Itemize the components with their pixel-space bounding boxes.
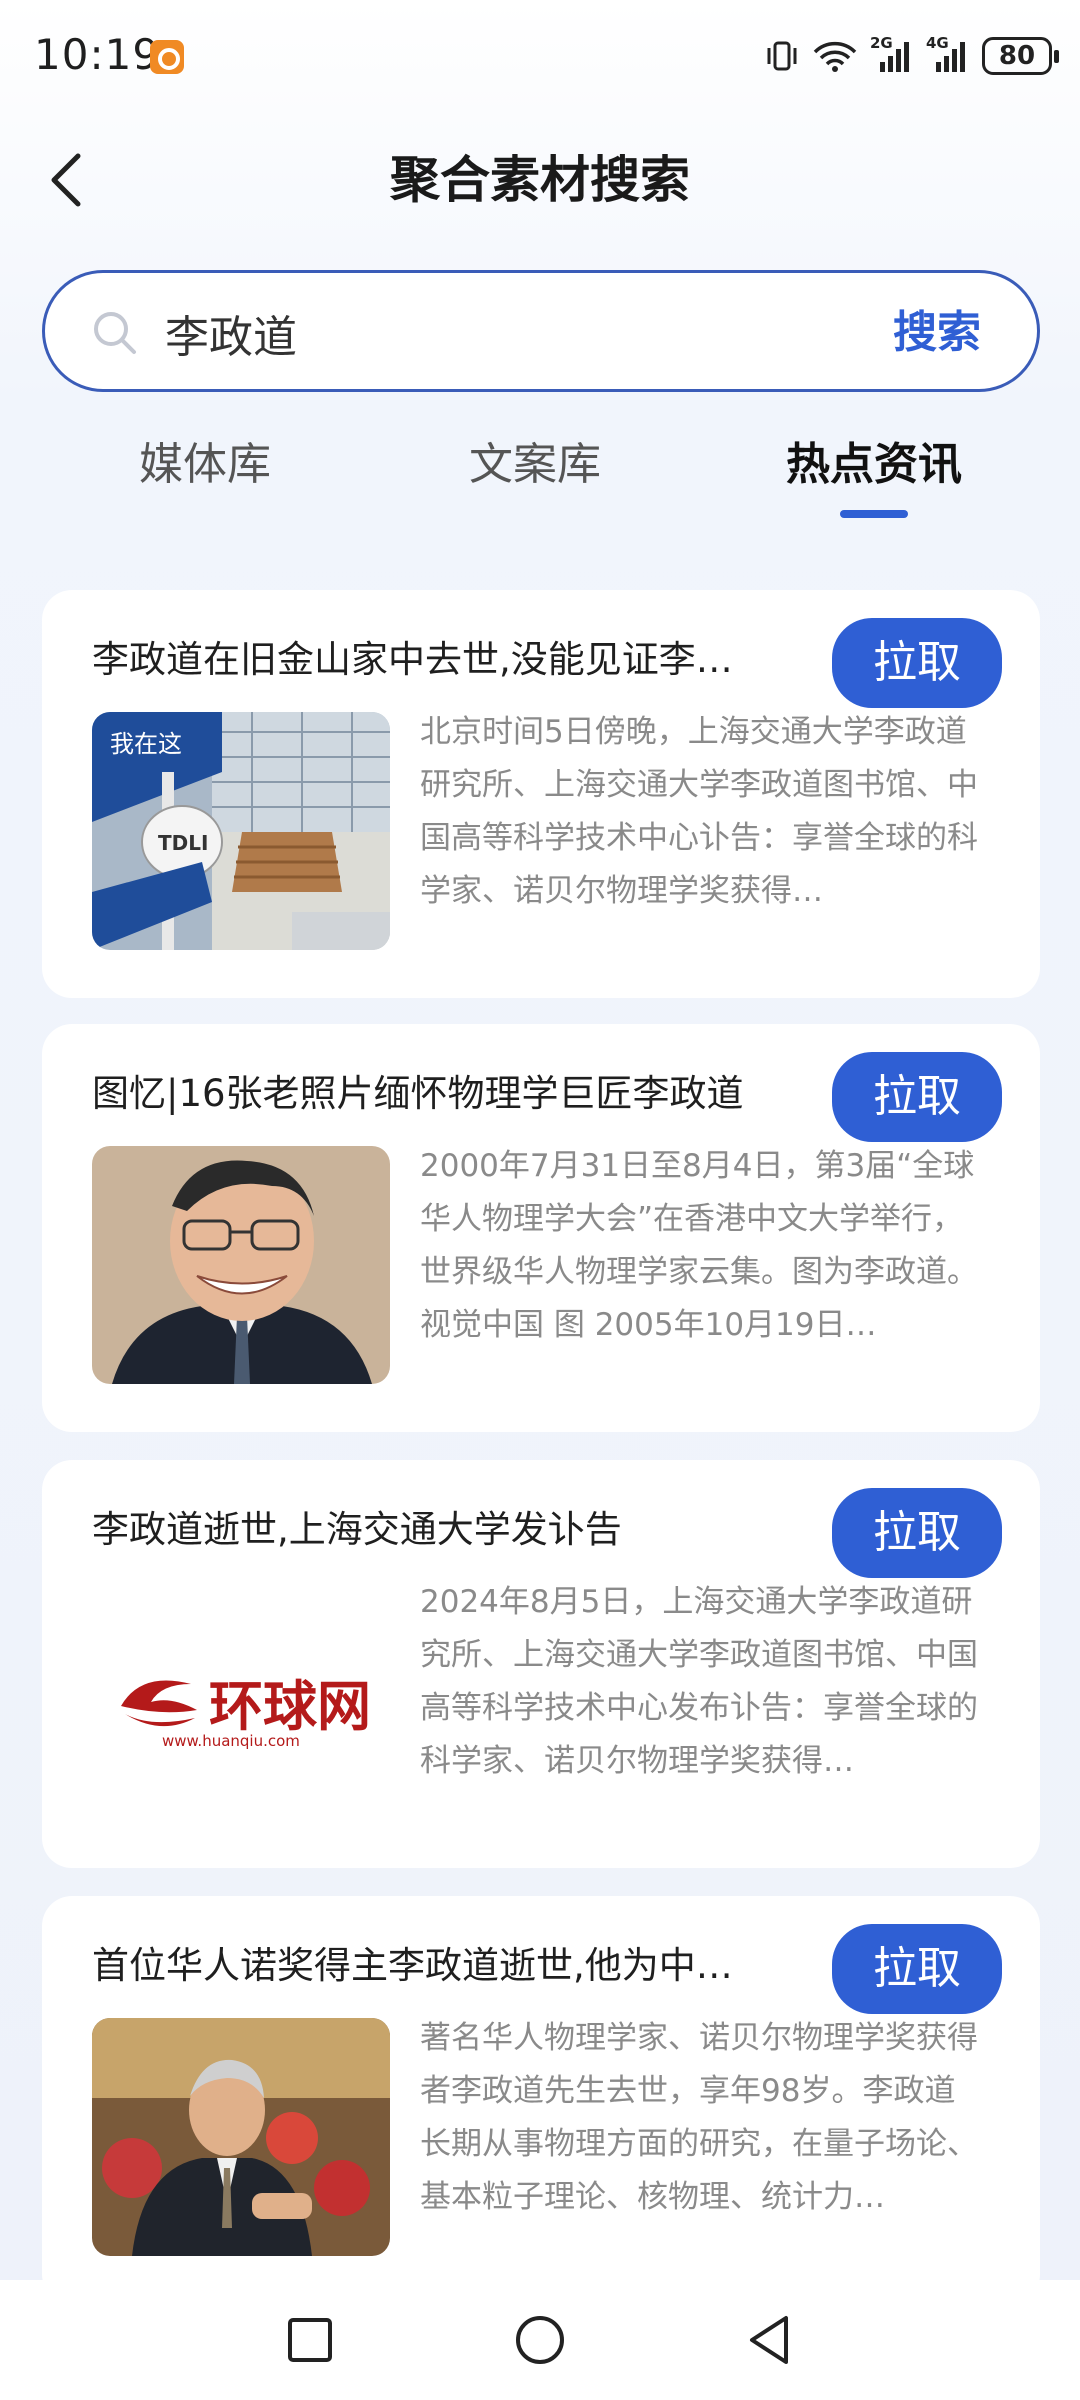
active-tab-indicator <box>840 510 908 518</box>
thumb-sign-text: 我在这 <box>110 730 182 758</box>
battery-indicator: 80 <box>982 37 1059 75</box>
huanqiu-logo: 环球网 <box>111 1662 371 1741</box>
pull-button[interactable]: 拉取 <box>832 1488 1002 1578</box>
thumb-logo-text: TDLI <box>158 831 208 855</box>
news-card[interactable]: 李政道在旧金山家中去世,没能见证李… 拉取 我在这 TDLI 北京时间5日傍晚，… <box>42 590 1040 998</box>
back-nav-button[interactable] <box>740 2310 800 2370</box>
huanqiu-logo-url: www.huanqiu.com <box>162 1732 300 1750</box>
news-description: 2024年8月5日，上海交通大学李政道研究所、上海交通大学李政道图书馆、中国高等… <box>420 1584 978 1779</box>
news-card[interactable]: 李政道逝世,上海交通大学发讣告 拉取 环球网 www.huanqiu.com 2… <box>42 1460 1040 1868</box>
news-description: 北京时间5日傍晚，上海交通大学李政道研究所、上海交通大学李政道图书馆、中国高等科… <box>420 714 978 909</box>
pull-button[interactable]: 拉取 <box>832 1924 1002 2014</box>
status-bar: 10:19 2G 4G 80 <box>0 0 1080 110</box>
vibrate-icon <box>764 38 800 74</box>
tab-media-library[interactable]: 媒体库 <box>40 430 370 500</box>
tab-hot-news[interactable]: 热点资讯 <box>709 430 1039 500</box>
signal-4g-icon: 4G <box>926 34 970 74</box>
signal-4g-label: 4G <box>926 34 949 52</box>
news-title: 李政道逝世,上海交通大学发讣告 <box>92 1508 622 1551</box>
search-icon <box>91 309 139 361</box>
news-title: 图忆|16张老照片缅怀物理学巨匠李政道 <box>92 1072 744 1115</box>
news-thumbnail <box>92 1146 390 1384</box>
huanqiu-logo-text: 环球网 <box>209 1674 371 1738</box>
news-description: 2000年7月31日至8月4日，第3届“全球华人物理学大会”在香港中文大学举行，… <box>420 1148 978 1343</box>
news-card[interactable]: 首位华人诺奖得主李政道逝世,他为中… 拉取 著名华人物理学家、诺贝尔物理学奖获得… <box>42 1896 1040 2304</box>
news-thumbnail: 环球网 www.huanqiu.com <box>92 1582 390 1820</box>
pull-button[interactable]: 拉取 <box>832 1052 1002 1142</box>
news-thumbnail: 我在这 TDLI <box>92 712 390 950</box>
app-screen: 10:19 2G 4G 80 聚合素材搜索 李政道 搜索 媒体库 文案库 热点资… <box>0 0 1080 2400</box>
search-button[interactable]: 搜索 <box>893 293 981 373</box>
tab-bar: 媒体库 文案库 热点资讯 <box>0 430 1080 540</box>
status-time: 10:19 <box>34 30 161 79</box>
news-description: 著名华人物理学家、诺贝尔物理学奖获得者李政道先生去世，享年98岁。李政道长期从事… <box>420 2020 978 2215</box>
news-thumbnail <box>92 2018 390 2256</box>
signal-2g-icon: 2G <box>870 34 914 74</box>
news-title: 首位华人诺奖得主李政道逝世,他为中… <box>92 1944 733 1987</box>
search-bar: 搜索 <box>42 270 1040 392</box>
signal-2g-label: 2G <box>870 34 893 52</box>
system-nav-bar <box>0 2280 1080 2400</box>
square-icon <box>288 2318 332 2362</box>
page-title: 聚合素材搜索 <box>390 151 690 209</box>
triangle-back-icon <box>750 2316 788 2364</box>
news-title: 李政道在旧金山家中去世,没能见证李… <box>92 638 733 681</box>
news-card[interactable]: 图忆|16张老照片缅怀物理学巨匠李政道 拉取 2000年7月31日至8月4日，第… <box>42 1024 1040 1432</box>
circle-icon <box>516 2316 564 2364</box>
status-icons: 2G 4G 80 <box>764 34 1059 78</box>
home-button[interactable] <box>510 2310 570 2370</box>
search-input[interactable] <box>165 293 865 373</box>
tab-copy-library[interactable]: 文案库 <box>370 430 700 500</box>
recent-apps-button[interactable] <box>280 2310 340 2370</box>
pull-button[interactable]: 拉取 <box>832 618 1002 708</box>
app-notification-icon <box>150 40 184 74</box>
wifi-icon <box>812 38 858 74</box>
